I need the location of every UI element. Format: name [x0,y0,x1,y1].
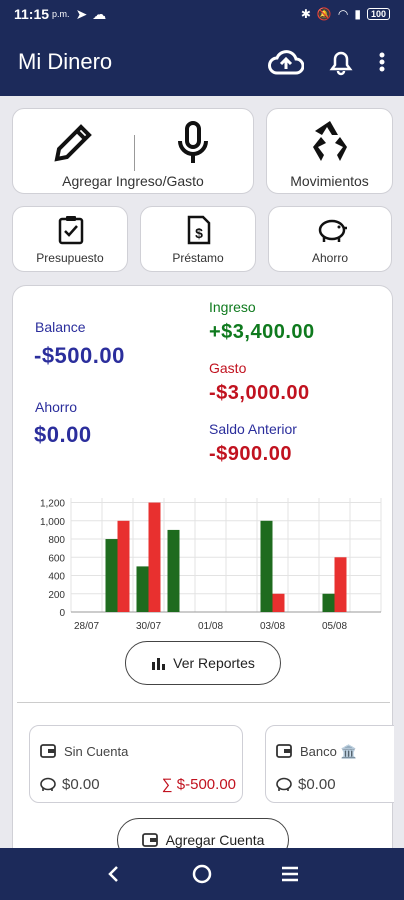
bar-series-1 [167,529,180,612]
location-icon: ➤ [75,5,88,22]
add-transaction-card[interactable]: Agregar Ingreso/Gasto [12,108,254,194]
expense-label: Gasto [209,360,247,376]
previous-balance-value: -$900.00 [209,443,292,465]
x-tick-label: 01/08 [198,621,223,632]
cloud-upload-icon[interactable] [268,49,304,75]
accounts-strip: Sin Cuenta $0.00 ∑ $-500.00 Banco 🏛️ $0.… [13,710,394,810]
system-nav-bar [0,848,404,900]
bar-series-1 [105,539,118,612]
piggy-bank-icon [276,777,292,791]
status-bar: 11:15 p.m. ➤ ☁ ✱ 🔕 ◠ ▮ 100 [0,0,404,28]
add-transaction-label: Agregar Ingreso/Gasto [62,173,204,189]
savings-summary-value: $0.00 [34,422,92,447]
account-card-sin-cuenta[interactable]: Sin Cuenta $0.00 ∑ $-500.00 [29,725,243,803]
x-tick-label: 28/07 [74,621,99,632]
balance-label: Balance [35,319,86,335]
movements-label: Movimientos [290,173,369,189]
back-icon[interactable] [104,864,124,884]
movements-card[interactable]: Movimientos [266,108,393,194]
invoice-dollar-icon: $ [187,215,211,245]
account-savings: $0.00 [62,776,100,793]
mute-icon: 🔕 [316,7,332,21]
wallet-icon [40,744,56,758]
y-tick-label: 0 [59,608,65,619]
y-tick-label: 600 [48,553,65,564]
clipboard-check-icon [58,216,84,245]
savings-summary-label: Ahorro [35,399,78,415]
add-account-label: Agregar Cuenta [165,832,265,848]
more-options-icon[interactable] [378,51,386,73]
loan-label: Préstamo [172,251,224,265]
expense-value: -$3,000.00 [209,382,310,404]
wifi-icon: ◠ [337,7,349,21]
divider [134,135,135,171]
income-label: Ingreso [209,299,256,315]
loan-card[interactable]: $ Préstamo [140,206,256,272]
income-value: +$3,400.00 [209,321,315,343]
battery-icon: 100 [366,8,390,20]
status-time: 11:15 [14,6,50,22]
savings-card[interactable]: Ahorro [268,206,392,272]
bar-series-2 [117,520,130,612]
y-tick-label: 800 [48,535,65,546]
view-reports-button[interactable]: Ver Reportes [125,641,281,685]
signal-icon: ▮ [354,7,361,21]
wallet-icon [276,744,292,758]
piggy-bank-icon [318,219,347,242]
bar-series-1 [260,520,273,612]
section-divider [17,702,390,703]
x-tick-label: 03/08 [260,621,285,632]
budget-label: Presupuesto [36,251,104,265]
bar-series-1 [136,566,149,612]
account-savings: $0.00 [298,776,336,793]
bar-chart-icon [152,658,166,670]
recycle-icon [313,121,347,161]
app-title: Mi Dinero [18,49,113,74]
y-tick-label: 400 [48,572,65,583]
pencil-icon[interactable] [49,121,97,165]
bar-series-2 [334,557,347,612]
app-bar: Mi Dinero [0,28,404,96]
wallet-icon [141,833,158,847]
cloud-icon: ☁ [92,5,107,22]
savings-label: Ahorro [311,251,349,265]
bluetooth-icon: ✱ [300,7,311,21]
x-tick-label: 30/07 [136,621,161,632]
previous-balance-label: Saldo Anterior [209,421,297,437]
recents-icon[interactable] [280,865,300,883]
y-tick-label: 1,000 [40,517,65,528]
status-ampm: p.m. [52,9,70,19]
view-reports-label: Ver Reportes [173,655,255,671]
x-tick-label: 05/08 [322,621,347,632]
home-icon[interactable] [191,863,213,885]
bar-series-1 [322,593,335,612]
bar-chart: 0 200 400 600 800 1,000 1,200 28/07 30/07 01/08 03… [40,498,382,632]
svg-text:$: $ [195,225,203,241]
summary-panel: Balance -$500.00 Ahorro $0.00 Ingreso +$… [12,285,394,865]
account-name: Banco 🏛️ [300,744,357,759]
budget-card[interactable]: Presupuesto [12,206,128,272]
y-tick-label: 200 [48,590,65,601]
bar-series-2 [272,593,285,612]
piggy-bank-icon [40,777,56,791]
bar-series-2 [148,502,161,612]
microphone-icon[interactable] [173,119,213,167]
account-total: ∑ $-500.00 [161,776,236,793]
account-card-banco[interactable]: Banco 🏛️ $0.00 [265,725,394,803]
account-name: Sin Cuenta [64,744,129,759]
bell-icon[interactable] [328,48,354,76]
y-tick-label: 1,200 [40,499,65,510]
balance-value: -$500.00 [34,343,125,368]
